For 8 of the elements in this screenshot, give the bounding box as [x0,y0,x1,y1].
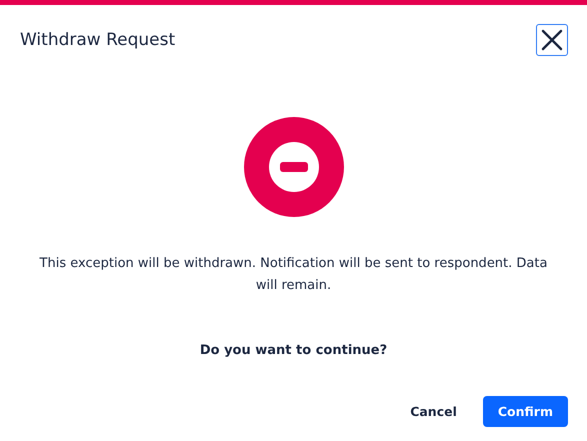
block-icon [244,117,344,217]
cancel-button[interactable]: Cancel [406,396,461,427]
close-icon [540,28,564,52]
question-text: Do you want to continue? [200,343,388,358]
dialog-title: Withdraw Request [20,30,176,50]
confirm-button[interactable]: Confirm [482,396,568,427]
message-text: This exception will be withdrawn. Notification will be sent to respondent. Data will remain. [38,255,548,295]
close-button[interactable] [536,24,568,56]
